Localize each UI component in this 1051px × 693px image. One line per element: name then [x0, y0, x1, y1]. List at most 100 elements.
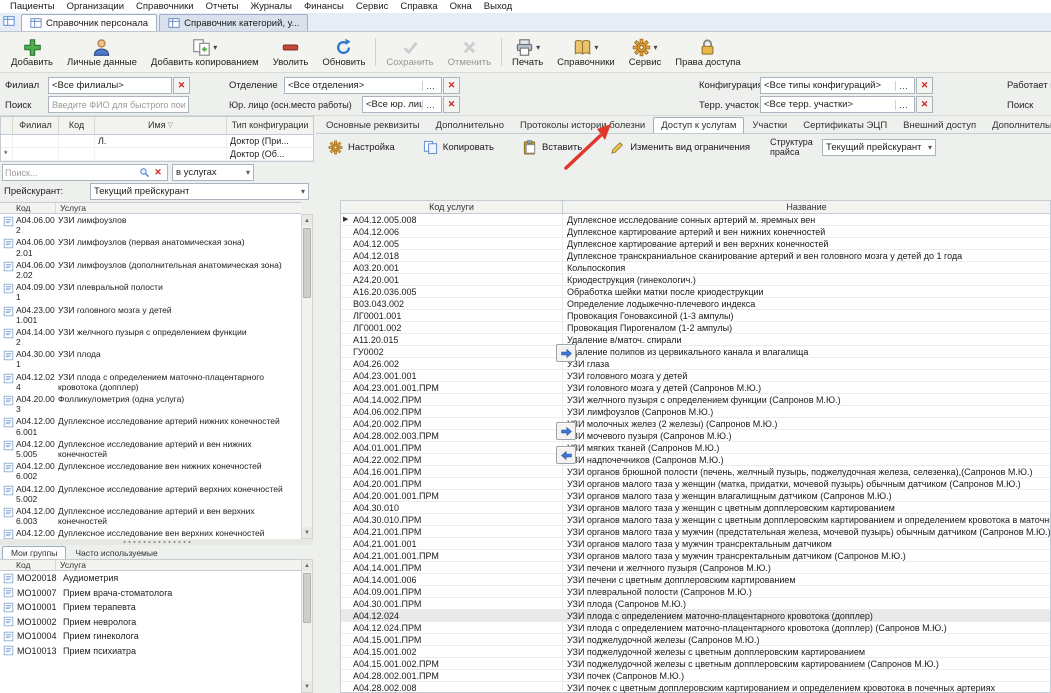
service-tree-item[interactable]: A04.12.006.002Дуплексное исследование ве…	[0, 460, 301, 482]
toolbar-button[interactable]: Отменить	[441, 34, 498, 70]
menu-item[interactable]: Финансы	[298, 1, 350, 12]
search-magnifier-icon[interactable]	[137, 167, 151, 178]
service-row[interactable]: A04.20.001.001.ПРМУЗИ органов малого таз…	[341, 490, 1050, 502]
detail-tab[interactable]: Дополнительно	[428, 117, 512, 133]
menu-item[interactable]: Организации	[61, 1, 130, 12]
document-tab[interactable]: Справочник персонала	[21, 14, 157, 31]
service-row[interactable]: A04.22.002.ПРМУЗИ надпочечников (Сапроно…	[341, 454, 1050, 466]
service-row[interactable]: A04.14.002.ПРМУЗИ желчного пузыря с опре…	[341, 394, 1050, 406]
service-row[interactable]: A04.30.001.ПРМУЗИ плода (Сапронов М.Ю.)	[341, 598, 1050, 610]
groups-tab[interactable]: Часто используемые	[66, 546, 166, 559]
clear-search-icon[interactable]: ✕	[151, 168, 165, 177]
legal-entity-filter-clear-button[interactable]: ✕	[443, 96, 460, 113]
service-row[interactable]: A04.30.010.ПРМУЗИ органов малого таза у …	[341, 514, 1050, 526]
pricelist-combo[interactable]: Текущий прейскурант▾	[90, 183, 309, 200]
search-scope-combo[interactable]: в услугах▾	[172, 164, 254, 181]
scroll-up-icon[interactable]: ▲	[302, 215, 312, 226]
service-row[interactable]: A04.21.001.ПРМУЗИ органов малого таза у …	[341, 526, 1050, 538]
service-row[interactable]: A04.16.001.ПРМУЗИ органов брюшной полост…	[341, 466, 1050, 478]
ellipsis-button[interactable]: …	[422, 81, 438, 91]
service-row[interactable]: A04.30.010УЗИ органов малого таза у женщ…	[341, 502, 1050, 514]
service-row[interactable]: A04.23.001.001.ПРМУЗИ головного мозга у …	[341, 382, 1050, 394]
toolbar-button[interactable]: ▾Справочники	[550, 34, 622, 70]
toolbar-button[interactable]: ▾Печать	[505, 34, 550, 70]
group-service-item[interactable]: MO20018Аудиометрия	[0, 571, 301, 586]
group-service-item[interactable]: MO10013Прием психиатра	[0, 644, 301, 659]
service-row[interactable]: A04.15.001.ПРМУЗИ поджелудочной железы (…	[341, 634, 1050, 646]
group-service-item[interactable]: MO10002Прием невролога	[0, 615, 301, 630]
services-toolbar-button[interactable]: Настройка	[324, 138, 399, 157]
menu-item[interactable]: Справка	[394, 1, 443, 12]
detail-tab[interactable]: Дополнительные параметры	[984, 117, 1051, 133]
service-tree-item[interactable]: A04.12.006.001Дуплексное исследование ар…	[0, 415, 301, 437]
service-tree-item[interactable]: A04.23.001.001УЗИ головного мозга у дете…	[0, 304, 301, 326]
service-row[interactable]: B03.043.002Определение лодыжечно-плечево…	[341, 298, 1050, 310]
service-tree-item[interactable]: A04.12.006.003Дуплексное исследование ар…	[0, 505, 301, 527]
document-tab[interactable]: Справочник категорий, у...	[159, 14, 308, 31]
service-row[interactable]: A04.06.002.ПРМУЗИ лимфоузлов (Сапронов М…	[341, 406, 1050, 418]
service-row[interactable]: A04.12.006Дуплексное картирование артери…	[341, 226, 1050, 238]
toolbar-button[interactable]: Личные данные	[60, 34, 144, 70]
scroll-down-icon[interactable]: ▼	[302, 527, 312, 538]
scroll-down-icon[interactable]: ▼	[302, 681, 312, 692]
service-row[interactable]: A04.12.005Дуплексное картирование артери…	[341, 238, 1050, 250]
service-row[interactable]: A04.23.001.001УЗИ головного мозга у дете…	[341, 370, 1050, 382]
menu-item[interactable]: Окна	[444, 1, 478, 12]
scroll-thumb[interactable]	[303, 228, 311, 298]
groups-scrollbar[interactable]: ▲ ▼	[301, 559, 313, 693]
service-row[interactable]: A03.20.001Кольпоскопия	[341, 262, 1050, 274]
territory-filter-clear-button[interactable]: ✕	[916, 96, 933, 113]
service-tree-item[interactable]: A04.12.005.005Дуплексное исследование ар…	[0, 438, 301, 460]
ellipsis-button[interactable]: …	[422, 100, 438, 110]
service-row[interactable]: A04.28.002.003.ПРМУЗИ мочевого пузыря (С…	[341, 430, 1050, 442]
service-tree-item[interactable]: A04.14.002УЗИ желчного пузыря с определе…	[0, 326, 301, 348]
detail-tab[interactable]: Сертификаты ЭЦП	[795, 117, 895, 133]
scroll-thumb[interactable]	[303, 573, 311, 623]
configuration-filter-combo[interactable]: <Все типы конфигураций>…	[760, 77, 915, 94]
service-search-input[interactable]	[5, 168, 137, 178]
service-row[interactable]: A04.01.001.ПРМУЗИ мягких тканей (Сапроно…	[341, 442, 1050, 454]
toolbar-button[interactable]: Уволить	[266, 34, 316, 70]
territory-filter-combo[interactable]: <Все терр. участки>…	[760, 96, 915, 113]
service-row[interactable]: A04.20.002.ПРМУЗИ молочных желез (2 желе…	[341, 418, 1050, 430]
detail-tab[interactable]: Участки	[744, 117, 795, 133]
menu-item[interactable]: Отчеты	[200, 1, 245, 12]
configuration-filter-clear-button[interactable]: ✕	[916, 77, 933, 94]
toolbar-button[interactable]: Обновить	[315, 34, 372, 70]
service-row[interactable]: A04.15.001.002УЗИ поджелудочной железы с…	[341, 646, 1050, 658]
menu-item[interactable]: Справочники	[130, 1, 200, 12]
service-row[interactable]: ▶A04.12.005.008Дуплексное исследование с…	[341, 214, 1050, 226]
service-row[interactable]: A04.14.001.ПРМУЗИ печени и желчного пузы…	[341, 562, 1050, 574]
service-row[interactable]: A04.12.018Дуплексное транскраниальное ск…	[341, 250, 1050, 262]
staff-row[interactable]: Л.Доктор (При...	[1, 135, 313, 148]
service-row[interactable]: A04.28.002.001.ПРМУЗИ почек (Сапронов М.…	[341, 670, 1050, 682]
service-row[interactable]: A11.20.015Удаление в/маточ. спирали	[341, 334, 1050, 346]
detail-tab[interactable]: Протоколы истории болезни	[512, 117, 653, 133]
staff-row[interactable]: *Доктор (Об...	[1, 148, 313, 161]
service-row[interactable]: A04.26.002УЗИ глаза	[341, 358, 1050, 370]
service-row[interactable]: ЛГ0001.002Провокация Пирогеналом (1-2 ам…	[341, 322, 1050, 334]
services-toolbar-button[interactable]: Вставить	[518, 138, 586, 157]
group-service-item[interactable]: MO10004Прием гинеколога	[0, 629, 301, 644]
department-filter-clear-button[interactable]: ✕	[443, 77, 460, 94]
detail-tab[interactable]: Основные реквизиты	[318, 117, 428, 133]
ellipsis-button[interactable]: …	[895, 81, 911, 91]
department-filter-combo[interactable]: <Все отделения>…	[284, 77, 442, 94]
service-row[interactable]: ЛГ0001.001Провокация Гоноваксиной (1-3 а…	[341, 310, 1050, 322]
service-tree-item[interactable]: A04.09.001УЗИ плевральной полости	[0, 281, 301, 303]
service-tree-item[interactable]: A04.06.002УЗИ лимфоузлов	[0, 214, 301, 236]
scroll-up-icon[interactable]: ▲	[302, 560, 312, 571]
service-row[interactable]: A04.28.002.008УЗИ почек с цветным доппле…	[341, 682, 1050, 693]
service-tree-item[interactable]: A04.12.024УЗИ плода с определением маточ…	[0, 371, 301, 393]
tree-scrollbar[interactable]: ▲ ▼	[301, 214, 313, 539]
menu-item[interactable]: Пациенты	[4, 1, 61, 12]
service-tree-item[interactable]: A04.30.001УЗИ плода	[0, 348, 301, 370]
legal-entity-filter-combo[interactable]: <Все юр. лица>…	[362, 96, 442, 113]
toolbar-button[interactable]: Сохранить	[379, 34, 440, 70]
service-row[interactable]: ГУ0002Удаление полипов из цервикального …	[341, 346, 1050, 358]
service-tree-item[interactable]: A04.12.005.002Дуплексное исследование ар…	[0, 483, 301, 505]
ellipsis-button[interactable]: …	[895, 100, 911, 110]
services-toolbar-button[interactable]: Изменить вид ограничения	[606, 138, 754, 157]
toolbar-button[interactable]: ▾Добавить копированием	[144, 34, 266, 70]
service-row[interactable]: A24.20.001Криодеструкция (гинекологич.)	[341, 274, 1050, 286]
